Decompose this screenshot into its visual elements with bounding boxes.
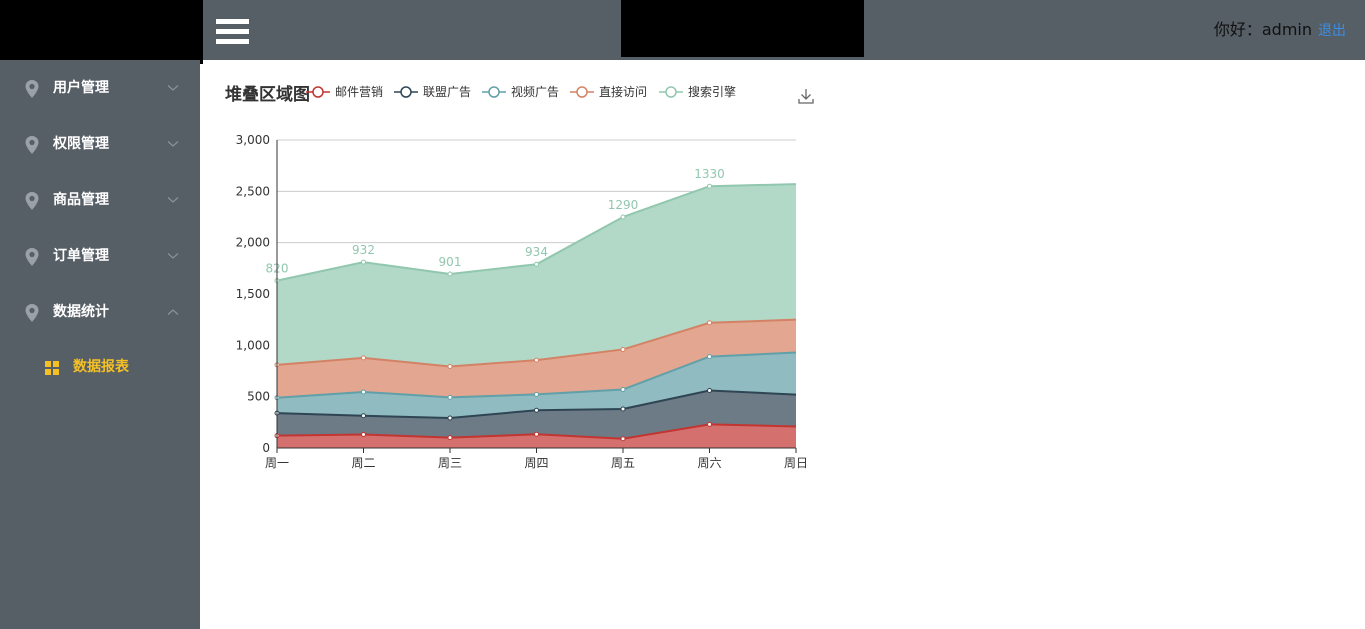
x-tick-label: 周四 (524, 456, 548, 470)
data-label: 1290 (608, 198, 639, 212)
sidebar-subitem-data-report[interactable]: 数据报表 (0, 352, 200, 382)
y-tick-label: 1,000 (236, 338, 270, 352)
x-tick-label: 周一 (265, 456, 289, 470)
sidebar: 用户管理 权限管理 商品管理 订单管理 数据统计 数据报表 (0, 60, 200, 629)
data-point (447, 271, 453, 277)
stacked-area-chart: 05001,0001,5002,0002,5003,00082093290193… (236, 133, 808, 470)
chevron-down-icon (167, 253, 179, 259)
logout-link[interactable]: 退出 (1318, 23, 1346, 39)
data-point (620, 214, 626, 220)
redacted-logo (0, 0, 203, 64)
map-pin-icon (25, 136, 39, 154)
data-label: 932 (352, 243, 375, 257)
x-tick-label: 周二 (351, 456, 375, 470)
y-tick-label: 1,500 (236, 287, 270, 301)
sidebar-item-data-statistics[interactable]: 数据统计 (0, 284, 200, 340)
sidebar-item-user-management[interactable]: 用户管理 (0, 60, 200, 116)
map-pin-icon (25, 304, 39, 322)
sidebar-item-label: 商品管理 (53, 192, 109, 208)
legend-marker-icon (659, 86, 683, 98)
user-greeting-area: 你好：admin 退出 (1214, 19, 1346, 41)
data-point (534, 357, 539, 363)
y-tick-label: 500 (247, 390, 270, 404)
data-label: 1330 (694, 167, 725, 181)
sidebar-item-label: 用户管理 (53, 80, 109, 96)
sidebar-item-label: 订单管理 (53, 248, 109, 264)
map-pin-icon (25, 80, 39, 98)
map-pin-icon (25, 248, 39, 266)
chevron-up-icon (167, 309, 179, 315)
data-point (447, 363, 453, 369)
data-point (707, 421, 712, 427)
data-point (707, 354, 712, 360)
data-point (361, 413, 366, 419)
data-point (447, 435, 453, 441)
user-greeting: 你好：admin (1213, 20, 1312, 39)
data-point (447, 415, 453, 421)
data-point (620, 346, 626, 352)
grid-icon (45, 361, 59, 375)
sidebar-item-permission-management[interactable]: 权限管理 (0, 116, 200, 172)
data-point (620, 406, 626, 412)
y-tick-label: 2,000 (236, 236, 270, 250)
legend-marker-icon (482, 86, 506, 98)
chevron-down-icon (167, 197, 179, 203)
x-tick-label: 周日 (784, 456, 808, 470)
data-point (707, 183, 712, 189)
sidebar-item-order-management[interactable]: 订单管理 (0, 228, 200, 284)
data-point (620, 436, 626, 442)
legend-label: 联盟广告 (423, 85, 472, 99)
sidebar-item-label: 权限管理 (53, 136, 109, 152)
menu-toggle-icon[interactable] (216, 19, 250, 45)
data-point (620, 386, 626, 392)
chevron-down-icon (167, 141, 179, 147)
legend-marker-icon (570, 86, 594, 98)
legend-label: 邮件营销 (335, 85, 384, 99)
data-point (707, 388, 712, 394)
sidebar-item-label: 数据统计 (53, 304, 109, 320)
chevron-down-icon (167, 85, 179, 91)
data-point (707, 320, 712, 326)
data-label: 934 (525, 245, 548, 259)
data-point (534, 261, 539, 267)
legend-label: 搜索引擎 (688, 85, 737, 99)
sidebar-subitem-label: 数据报表 (73, 359, 129, 375)
x-tick-label: 周六 (697, 456, 721, 470)
x-tick-label: 周五 (611, 456, 635, 470)
data-point (361, 431, 366, 437)
redacted-header-block (621, 0, 864, 57)
legend-label: 视频广告 (511, 85, 560, 99)
y-tick-label: 2,500 (236, 184, 270, 198)
x-tick-label: 周三 (438, 456, 462, 470)
map-pin-icon (25, 192, 39, 210)
data-point (361, 259, 366, 265)
legend-label: 直接访问 (599, 85, 648, 99)
sidebar-item-product-management[interactable]: 商品管理 (0, 172, 200, 228)
data-point (361, 355, 366, 361)
legend-marker-icon (306, 86, 330, 98)
data-point (361, 389, 366, 395)
data-point (534, 407, 539, 413)
data-point (534, 431, 539, 437)
y-tick-label: 3,000 (236, 133, 270, 147)
chart-title: 堆叠区域图 (225, 85, 310, 105)
data-point (534, 391, 539, 397)
y-tick-label: 0 (262, 441, 270, 455)
legend-marker-icon (394, 86, 418, 98)
download-icon[interactable] (796, 86, 816, 106)
data-label: 901 (439, 255, 462, 269)
data-point (447, 394, 453, 400)
top-header: 你好：admin 退出 (0, 0, 1365, 60)
